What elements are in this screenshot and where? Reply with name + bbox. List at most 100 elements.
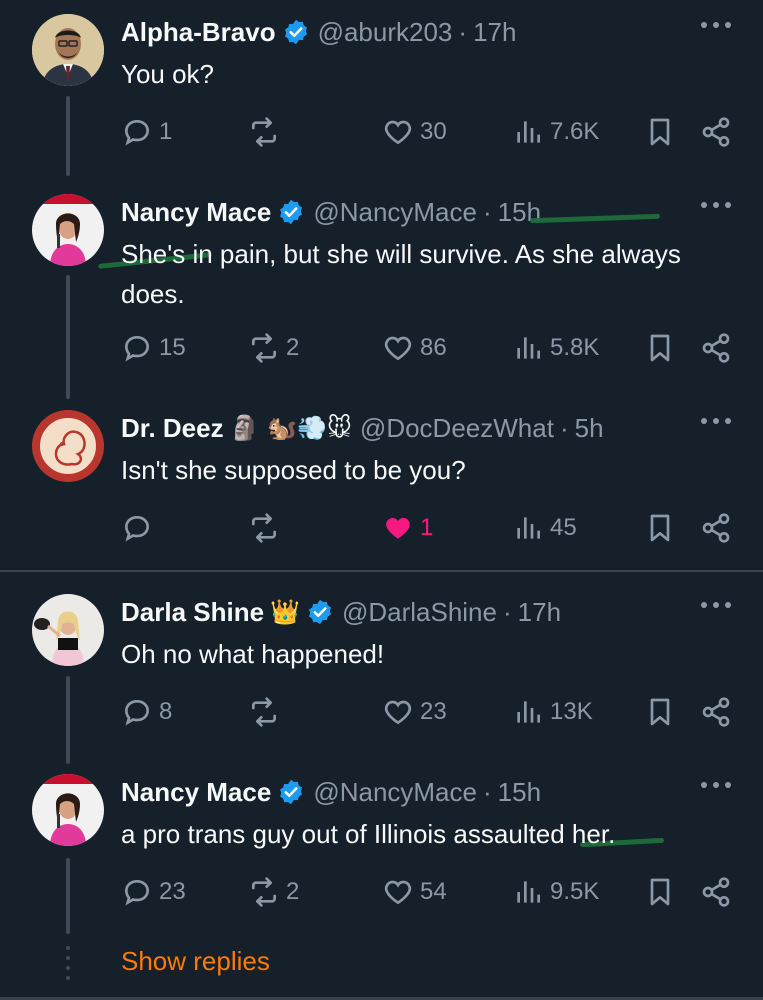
- like-icon: [382, 876, 414, 908]
- view-count: 7.6K: [550, 118, 600, 145]
- reply-count: 15: [159, 334, 186, 361]
- separator: ·: [482, 776, 492, 807]
- timestamp[interactable]: 5h: [575, 413, 604, 444]
- views-icon: [512, 116, 544, 148]
- views-icon: [512, 876, 544, 908]
- repost-button[interactable]: [248, 692, 286, 732]
- author-handle[interactable]: @aburk203: [318, 17, 453, 48]
- author-handle[interactable]: @DocDeezWhat: [360, 413, 554, 444]
- author-name[interactable]: Dr. Deez: [121, 413, 224, 444]
- views-icon: [512, 332, 544, 364]
- like-button[interactable]: 1: [382, 508, 433, 548]
- repost-count: 2: [286, 334, 300, 361]
- view-count: 45: [550, 514, 577, 541]
- share-icon: [700, 116, 732, 148]
- like-button[interactable]: 54: [382, 872, 447, 912]
- repost-icon: [248, 332, 280, 364]
- bookmark-button[interactable]: [644, 508, 676, 548]
- tweet-text: Oh no what happened!: [121, 639, 385, 669]
- more-icon[interactable]: [701, 20, 731, 30]
- avatar[interactable]: [32, 14, 104, 86]
- reply-count: 23: [159, 878, 186, 905]
- bookmark-icon: [644, 512, 676, 544]
- thread-continuation-dots: [66, 946, 70, 980]
- share-button[interactable]: [700, 112, 732, 152]
- like-button[interactable]: 86: [382, 328, 447, 368]
- tweet[interactable]: Darla Shine 👑 @DarlaShine · 17h Oh no wh…: [0, 594, 763, 744]
- avatar[interactable]: [32, 194, 104, 266]
- author-name[interactable]: Darla Shine: [121, 597, 264, 628]
- like-icon: [382, 116, 414, 148]
- repost-count: 2: [286, 878, 300, 905]
- tweet-text: She's in pain, but she will survive. As …: [121, 239, 681, 309]
- like-icon: [382, 696, 414, 728]
- bookmark-button[interactable]: [644, 328, 676, 368]
- more-icon[interactable]: [701, 600, 731, 610]
- bookmark-icon: [644, 876, 676, 908]
- verified-icon: [306, 598, 334, 626]
- bookmark-button[interactable]: [644, 692, 676, 732]
- timestamp[interactable]: 15h: [498, 777, 541, 808]
- like-button[interactable]: 30: [382, 112, 447, 152]
- more-icon[interactable]: [701, 416, 731, 426]
- author-handle[interactable]: @DarlaShine: [342, 597, 497, 628]
- share-button[interactable]: [700, 872, 732, 912]
- views-button[interactable]: 5.8K: [512, 328, 599, 368]
- like-count: 54: [420, 878, 447, 905]
- views-button[interactable]: 13K: [512, 692, 593, 732]
- avatar[interactable]: [32, 774, 104, 846]
- repost-button[interactable]: 2: [248, 872, 299, 912]
- bookmark-button[interactable]: [644, 112, 676, 152]
- author-handle[interactable]: @NancyMace: [313, 197, 477, 228]
- reply-icon: [121, 696, 153, 728]
- avatar[interactable]: [32, 594, 104, 666]
- tweet[interactable]: Nancy Mace @NancyMace · 15h She's in pai…: [0, 194, 763, 374]
- author-name[interactable]: Nancy Mace: [121, 197, 271, 228]
- bookmark-icon: [644, 116, 676, 148]
- views-button[interactable]: 9.5K: [512, 872, 599, 912]
- reply-button[interactable]: [121, 508, 159, 548]
- views-button[interactable]: 45: [512, 508, 577, 548]
- show-replies-link[interactable]: Show replies: [121, 946, 270, 977]
- author-name[interactable]: Alpha-Bravo: [121, 17, 276, 48]
- avatar[interactable]: [32, 410, 104, 482]
- tweet[interactable]: Dr. Deez 🗿 🐿️💨🐭 @DocDeezWhat · 5h Isn't …: [0, 410, 763, 560]
- share-icon: [700, 696, 732, 728]
- reply-button[interactable]: 23: [121, 872, 186, 912]
- share-button[interactable]: [700, 692, 732, 732]
- verified-icon: [282, 18, 310, 46]
- reply-icon: [121, 876, 153, 908]
- repost-button[interactable]: [248, 508, 286, 548]
- timestamp[interactable]: 17h: [518, 597, 561, 628]
- reply-icon: [121, 116, 153, 148]
- more-icon[interactable]: [701, 200, 731, 210]
- tweet[interactable]: Nancy Mace @NancyMace · 15h a pro trans …: [0, 774, 763, 924]
- share-button[interactable]: [700, 328, 732, 368]
- repost-icon: [248, 512, 280, 544]
- views-button[interactable]: 7.6K: [512, 112, 599, 152]
- reply-button[interactable]: 15: [121, 328, 186, 368]
- author-name[interactable]: Nancy Mace: [121, 777, 271, 808]
- repost-button[interactable]: [248, 112, 286, 152]
- share-icon: [700, 332, 732, 364]
- repost-button[interactable]: 2: [248, 328, 299, 368]
- tweet-text: a pro trans guy out of Illinois assaulte…: [121, 819, 616, 849]
- like-count: 23: [420, 698, 447, 725]
- like-button[interactable]: 23: [382, 692, 447, 732]
- author-handle[interactable]: @NancyMace: [313, 777, 477, 808]
- like-count: 30: [420, 118, 447, 145]
- reply-button[interactable]: 1: [121, 112, 172, 152]
- tweet[interactable]: Alpha-Bravo @aburk203 · 17h You ok? 1 30…: [0, 14, 763, 164]
- timestamp[interactable]: 17h: [473, 17, 516, 48]
- share-icon: [700, 512, 732, 544]
- separator: ·: [458, 16, 468, 47]
- reply-button[interactable]: 8: [121, 692, 172, 732]
- like-icon: [382, 512, 414, 544]
- more-icon[interactable]: [701, 780, 731, 790]
- views-icon: [512, 512, 544, 544]
- view-count: 9.5K: [550, 878, 600, 905]
- bookmark-button[interactable]: [644, 872, 676, 912]
- name-emoji: 👑: [270, 598, 300, 626]
- share-button[interactable]: [700, 508, 732, 548]
- tweet-text: You ok?: [121, 59, 215, 89]
